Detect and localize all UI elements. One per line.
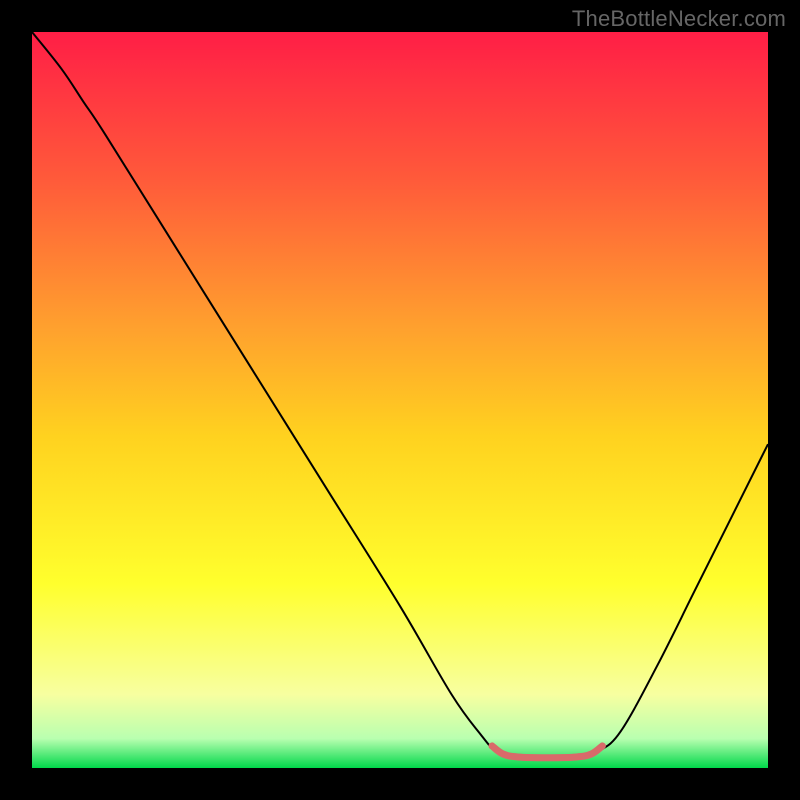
watermark-text: TheBottleNecker.com bbox=[572, 6, 786, 32]
plot-area bbox=[32, 32, 768, 768]
gradient-background bbox=[32, 32, 768, 768]
bottleneck-chart bbox=[32, 32, 768, 768]
chart-container: TheBottleNecker.com bbox=[0, 0, 800, 800]
